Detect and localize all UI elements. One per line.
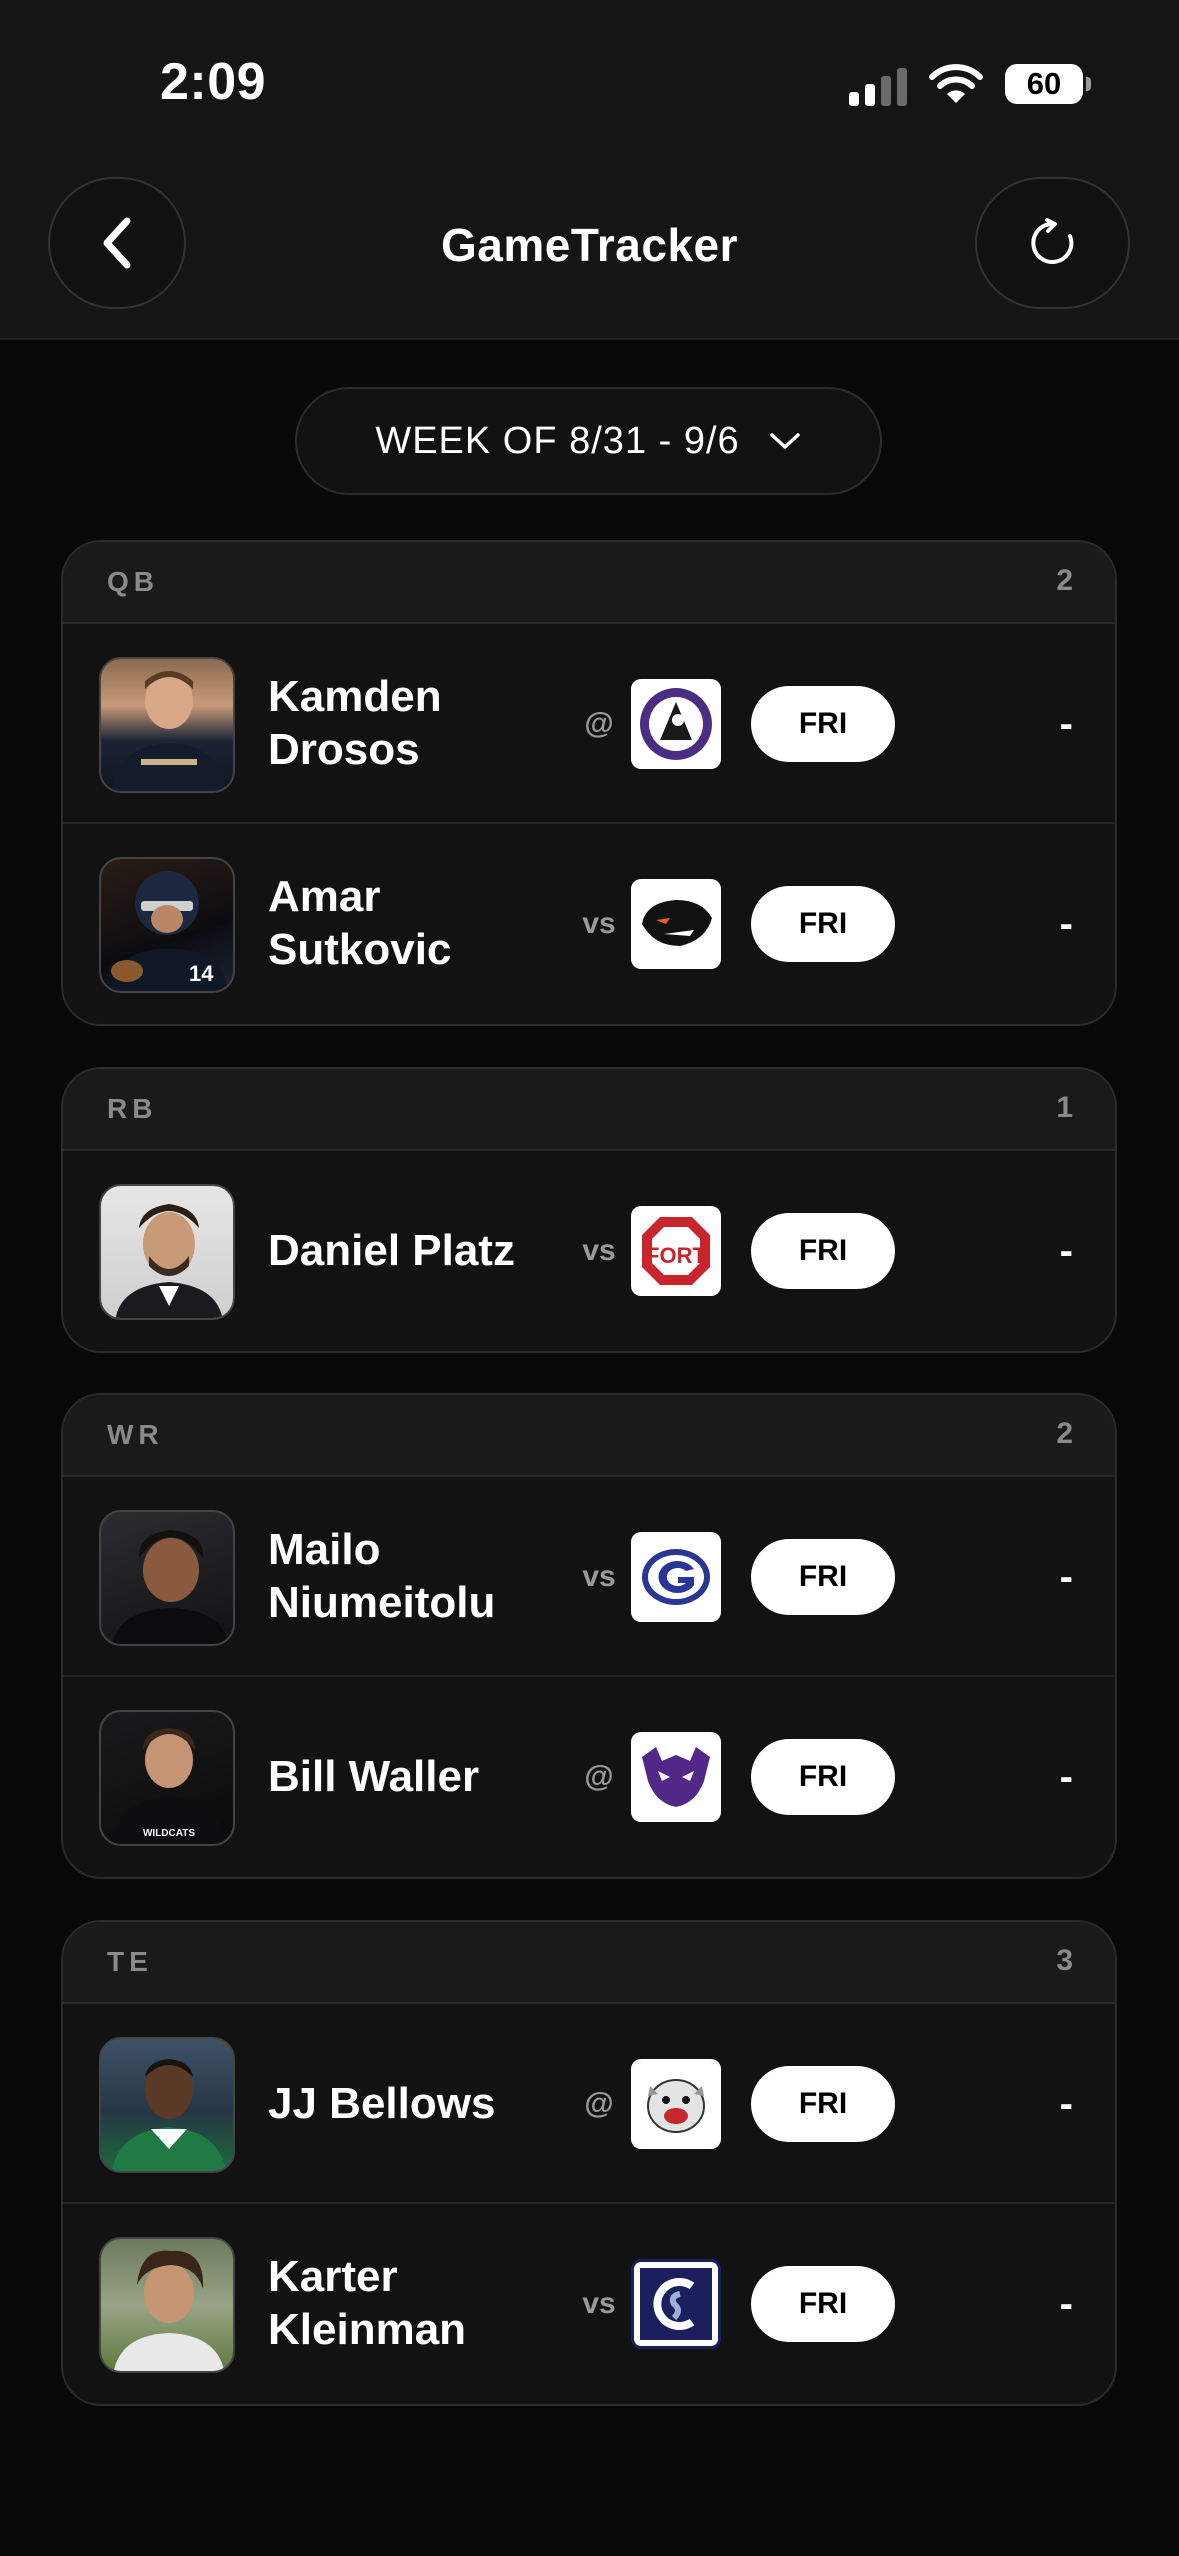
bulldog-logo-icon [647,2079,705,2133]
player-avatar [99,1184,235,1320]
letter-g-logo-icon [642,1549,710,1605]
player-avatar [99,657,235,793]
position-label: TE [107,1946,153,1977]
section-header: RB 1 [63,1069,1115,1151]
game-day-button[interactable]: FRI [751,2266,895,2342]
player-name: Daniel Platz [268,1225,515,1275]
opponent-logo [631,1732,721,1822]
refresh-button[interactable] [975,177,1130,309]
position-label: RB [107,1093,158,1124]
game-location: vs [582,2287,616,2320]
top-bar: 2:09 60 GameTracker [0,0,1179,340]
cs-logo-icon [640,2268,712,2340]
player-row[interactable]: Mailo Niumeitolu vs FRI - [63,1477,1115,1677]
week-selector[interactable]: WEEK OF 8/31 - 9/6 [295,387,882,495]
player-name: Kamden Drosos [268,672,442,774]
player-avatar [99,2037,235,2173]
chevron-down-icon [769,433,800,449]
wifi-icon [929,64,983,103]
game-day-button[interactable]: FRI [751,886,895,962]
opponent-logo [631,679,721,769]
gametracker-screen: 2:09 60 GameTracker WEEK OF 8/31 - 9/6 Q… [0,0,1179,2556]
section-te: TE 3 JJ Bellows @ FRI - Karter Kleinman … [61,1920,1117,2406]
player-name: Karter Kleinman [268,2252,467,2354]
section-wr: WR 2 Mailo Niumeitolu vs FRI - WILDCATS … [61,1393,1117,1879]
svg-text:14: 14 [189,961,214,986]
game-location: vs [582,1560,616,1593]
player-score: - [1059,1554,1073,1599]
position-count: 1 [1056,1091,1073,1124]
game-day-button[interactable]: FRI [751,686,895,762]
opponent-logo: FORT [631,1206,721,1296]
game-location: @ [584,2087,614,2120]
opponent-logo [631,1532,721,1622]
panther-icon [642,900,712,946]
player-row[interactable]: 14 Amar Sutkovic vs FRI - [63,824,1115,1024]
player-avatar: 14 [99,857,235,993]
player-row[interactable]: WILDCATS Bill Waller @ FRI - [63,1677,1115,1877]
player-score: - [1059,1754,1073,1799]
opponent-logo [631,879,721,969]
section-rb: RB 1 Daniel Platz vs FORT FRI - [61,1067,1117,1353]
section-header: QB 2 [63,542,1115,624]
player-score: - [1059,701,1073,746]
status-time: 2:09 [160,53,267,111]
status-icons: 60 [849,62,1091,106]
game-location: @ [584,1760,614,1793]
week-label: WEEK OF 8/31 - 9/6 [375,419,740,462]
opponent-logo [631,2059,721,2149]
player-score: - [1059,1228,1073,1273]
position-count: 3 [1056,1944,1073,1977]
player-row[interactable]: Daniel Platz vs FORT FRI - [63,1151,1115,1351]
section-header: WR 2 [63,1395,1115,1477]
opponent-logo [631,2259,721,2349]
game-location: vs [582,1234,616,1267]
player-row[interactable]: Karter Kleinman vs FRI - [63,2204,1115,2404]
svg-text:FORT: FORT [646,1243,706,1268]
player-score: - [1059,2281,1073,2326]
position-label: QB [107,566,159,597]
battery-icon: 60 [1005,64,1091,104]
player-row[interactable]: JJ Bellows @ FRI - [63,2004,1115,2204]
game-day-button[interactable]: FRI [751,1739,895,1815]
svg-text:WILDCATS: WILDCATS [143,1828,195,1839]
player-name: Mailo Niumeitolu [268,1525,496,1627]
cellular-signal-icon [849,62,907,106]
player-score: - [1059,2081,1073,2126]
fort-logo-icon: FORT [642,1217,710,1285]
shield-crest-icon [640,688,712,760]
refresh-icon [1030,218,1073,264]
game-day-button[interactable]: FRI [751,2066,895,2142]
player-name: Amar Sutkovic [268,872,452,974]
section-header: TE 3 [63,1922,1115,2004]
game-day-button[interactable]: FRI [751,1539,895,1615]
player-score: - [1059,901,1073,946]
player-avatar: WILDCATS [99,1710,235,1846]
player-name: JJ Bellows [268,2078,496,2128]
game-location: @ [584,707,614,740]
position-count: 2 [1056,1417,1073,1450]
position-label: WR [107,1419,164,1450]
player-name: Bill Waller [268,1751,480,1801]
player-avatar [99,1510,235,1646]
wildcat-logo-icon [642,1747,710,1807]
player-avatar [99,2237,235,2373]
player-row[interactable]: Kamden Drosos @ FRI - [63,624,1115,824]
position-count: 2 [1056,564,1073,597]
game-day-button[interactable]: FRI [751,1213,895,1289]
game-location: vs [582,907,616,940]
section-qb: QB 2 Kamden Drosos @ FRI - 14 Amar Sutko… [61,540,1117,1026]
